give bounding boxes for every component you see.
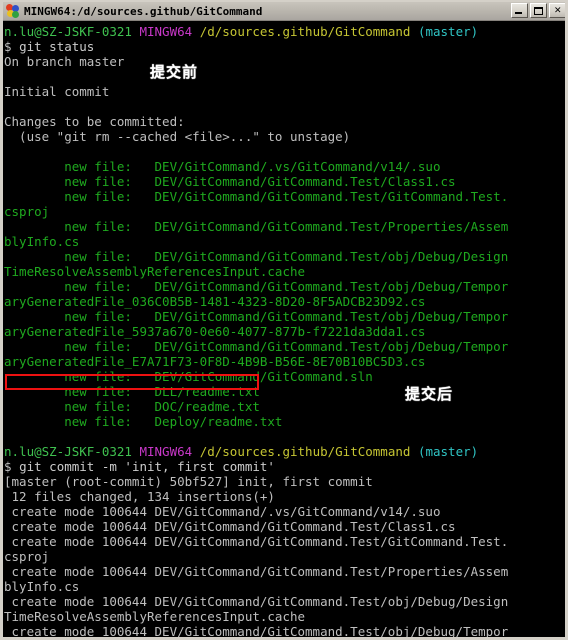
annotation-after-commit: 提交后 — [405, 385, 454, 403]
status-initial-commit: Initial commit — [4, 84, 110, 99]
status-new-file-row: new file: DOC/readme.txt — [4, 399, 260, 414]
close-icon: ✕ — [554, 6, 562, 16]
commit-create-mode-row: create mode 100644 DEV/GitCommand/GitCom… — [4, 624, 509, 637]
commit-create-mode-row: blyInfo.cs — [4, 579, 80, 594]
status-new-file-row: new file: DEV/GitCommand/GitCommand.Test… — [4, 189, 509, 204]
commit-create-mode-row: csproj — [4, 549, 50, 564]
status-new-file-row: blyInfo.cs — [4, 234, 80, 249]
status-new-file-row: new file: DEV/GitCommand/GitCommand.Test… — [4, 279, 509, 294]
status-new-file-row: new file: DLL/readme.txt — [4, 384, 260, 399]
status-new-file-row: new file: DEV/GitCommand/.vs/GitCommand/… — [4, 159, 441, 174]
commit-create-mode-row: create mode 100644 DEV/GitCommand/.vs/Gi… — [4, 504, 441, 519]
close-button[interactable]: ✕ — [549, 3, 565, 18]
title-bar[interactable]: MINGW64:/d/sources.github/GitCommand ✕ — [3, 2, 565, 21]
status-unstage-hint: (use "git rm --cached <file>..." to unst… — [4, 129, 351, 144]
status-changes-header: Changes to be committed: — [4, 114, 185, 129]
status-new-file-row: csproj — [4, 204, 50, 219]
window-title: MINGW64:/d/sources.github/GitCommand — [24, 4, 263, 18]
minimize-button[interactable] — [511, 3, 528, 18]
commit-create-mode-row: create mode 100644 DEV/GitCommand/GitCom… — [4, 534, 509, 549]
maximize-button[interactable] — [530, 3, 547, 18]
prompt-line: n.lu@SZ-JSKF-0321 MINGW64 /d/sources.git… — [4, 24, 479, 39]
status-new-file-row: TimeResolveAssemblyReferencesInput.cache — [4, 264, 306, 279]
status-new-file-row: new file: DEV/GitCommand/GitCommand.sln — [4, 369, 373, 384]
mingw64-terminal-window: MINGW64:/d/sources.github/GitCommand ✕ n… — [0, 0, 568, 640]
command-git-status[interactable]: $ git status — [4, 39, 565, 54]
status-new-file-row: new file: Deploy/readme.txt — [4, 414, 283, 429]
commit-summary-stats: 12 files changed, 134 insertions(+) — [4, 489, 275, 504]
commit-create-mode-row: TimeResolveAssemblyReferencesInput.cache — [4, 609, 306, 624]
status-new-file-row: new file: DEV/GitCommand/GitCommand.Test… — [4, 249, 509, 264]
status-new-file-row: new file: DEV/GitCommand/GitCommand.Test… — [4, 309, 509, 324]
status-new-file-row: aryGeneratedFile_036C0B5B-1481-4323-8D20… — [4, 294, 426, 309]
commit-create-mode-row: create mode 100644 DEV/GitCommand/GitCom… — [4, 564, 509, 579]
commit-create-mode-row: create mode 100644 DEV/GitCommand/GitCom… — [4, 519, 456, 534]
commit-create-mode-row: create mode 100644 DEV/GitCommand/GitCom… — [4, 594, 509, 609]
terminal-output[interactable]: n.lu@SZ-JSKF-0321 MINGW64 /d/sources.git… — [3, 22, 565, 637]
status-new-file-row: aryGeneratedFile_5937a670-0e60-4077-877b… — [4, 324, 426, 339]
status-new-file-row: new file: DEV/GitCommand/GitCommand.Test… — [4, 174, 456, 189]
annotation-before-commit: 提交前 — [150, 63, 199, 81]
status-branch-line: On branch master — [4, 54, 125, 69]
git-bash-icon — [5, 3, 21, 19]
command-git-commit[interactable]: $ git commit -m 'init, first commit' — [4, 459, 565, 474]
status-new-file-row: aryGeneratedFile_E7A71F73-0F8D-4B9B-B56E… — [4, 354, 426, 369]
status-new-file-row: new file: DEV/GitCommand/GitCommand.Test… — [4, 339, 509, 354]
prompt-line: n.lu@SZ-JSKF-0321 MINGW64 /d/sources.git… — [4, 444, 479, 459]
commit-summary-ref: [master (root-commit) 50bf527] init, fir… — [4, 474, 373, 489]
status-new-file-row: new file: DEV/GitCommand/GitCommand.Test… — [4, 219, 509, 234]
window-controls: ✕ — [511, 3, 565, 18]
